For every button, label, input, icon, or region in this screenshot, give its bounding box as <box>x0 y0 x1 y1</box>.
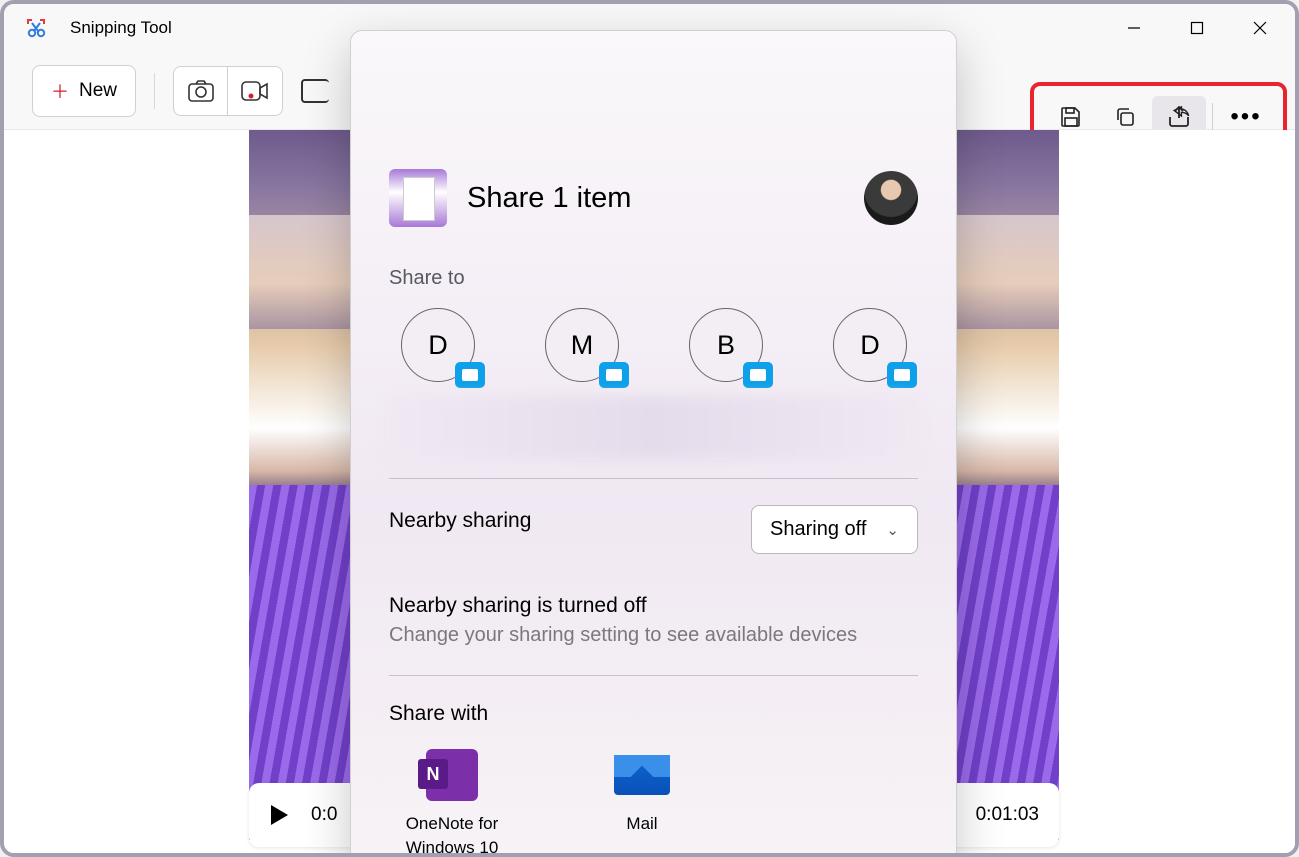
share-panel: Share 1 item Share to D M B <box>350 30 957 857</box>
share-header: Share 1 item <box>389 169 918 227</box>
contact-item[interactable]: B <box>689 308 763 382</box>
outlook-badge-icon <box>599 362 629 388</box>
shape-indicator <box>301 79 329 103</box>
redacted-contact-names <box>387 396 920 460</box>
divider <box>154 73 155 109</box>
onenote-icon <box>426 749 478 801</box>
video-camera-icon <box>241 81 269 101</box>
nearby-off-title: Nearby sharing is turned off <box>389 594 918 618</box>
app-label: Mail <box>626 812 657 836</box>
share-to-label: Share to <box>389 267 918 290</box>
video-mode-button[interactable] <box>228 67 282 115</box>
app-title: Snipping Tool <box>70 18 172 38</box>
new-button-label: New <box>79 80 117 102</box>
nearby-sharing-label: Nearby sharing <box>389 509 531 533</box>
close-icon <box>1253 21 1267 35</box>
contact-list: D M B D <box>389 308 918 382</box>
contact-item[interactable]: D <box>833 308 907 382</box>
user-avatar[interactable] <box>864 171 918 225</box>
outlook-badge-icon <box>743 362 773 388</box>
contact-item[interactable]: D <box>401 308 475 382</box>
maximize-icon <box>1190 21 1204 35</box>
divider <box>389 675 918 676</box>
dropdown-value: Sharing off <box>770 518 866 541</box>
play-button[interactable] <box>269 801 297 829</box>
share-app-onenote[interactable]: OneNote for Windows 10 <box>397 748 507 857</box>
minimize-icon <box>1127 21 1141 35</box>
mail-icon <box>614 755 670 795</box>
contact-item[interactable]: M <box>545 308 619 382</box>
share-item-thumbnail <box>389 169 447 227</box>
minimize-button[interactable] <box>1106 8 1161 48</box>
share-app-list: OneNote for Windows 10 Mail <box>389 748 918 857</box>
outlook-badge-icon <box>887 362 917 388</box>
close-button[interactable] <box>1232 8 1287 48</box>
nearby-sharing-dropdown[interactable]: Sharing off ⌄ <box>751 505 918 554</box>
divider <box>389 478 918 479</box>
total-time: 0:01:03 <box>976 804 1039 826</box>
copy-icon <box>1114 106 1136 128</box>
app-window: Snipping Tool ＋ New <box>0 0 1299 857</box>
share-app-mail[interactable]: Mail <box>587 748 697 857</box>
snipping-tool-icon <box>24 16 48 40</box>
app-label: OneNote for Windows 10 <box>397 812 507 857</box>
maximize-button[interactable] <box>1169 8 1224 48</box>
chevron-down-icon: ⌄ <box>886 521 899 539</box>
outlook-badge-icon <box>455 362 485 388</box>
divider <box>1212 103 1213 131</box>
share-with-label: Share with <box>389 702 918 726</box>
play-icon <box>269 804 289 826</box>
save-icon <box>1060 106 1082 128</box>
nearby-off-subtitle: Change your sharing setting to see avail… <box>389 624 918 647</box>
share-icon <box>1167 106 1191 128</box>
plus-icon: ＋ <box>51 78 69 104</box>
mode-toggle-group <box>173 66 283 116</box>
content-area: 0:0 0:01:03 Share 1 item Share to D <box>4 130 1295 853</box>
current-time: 0:0 <box>311 804 337 826</box>
screenshot-mode-button[interactable] <box>174 67 228 115</box>
camera-icon <box>188 80 214 102</box>
more-icon: ••• <box>1230 103 1261 131</box>
share-title: Share 1 item <box>467 182 631 215</box>
new-snip-button[interactable]: ＋ New <box>32 65 136 117</box>
